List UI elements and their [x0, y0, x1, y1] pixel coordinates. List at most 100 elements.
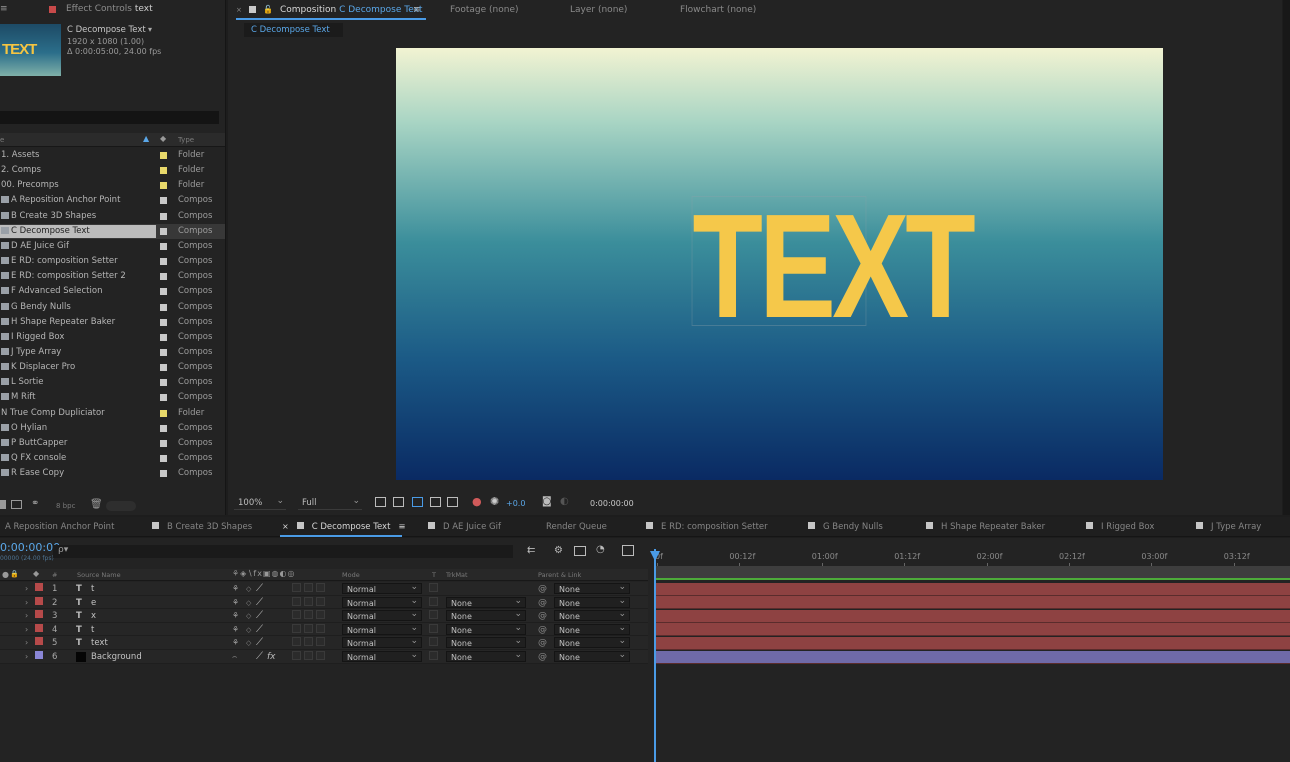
adjustment-layer-switch[interactable]	[304, 637, 313, 647]
project-item[interactable]: D AE Juice Gif Compos	[0, 239, 225, 254]
timeline-tab[interactable]: × C Decompose Text ≡	[282, 522, 406, 532]
timeline-tab[interactable]: J Type Array	[1196, 522, 1261, 532]
parent-pickwhip-icon[interactable]: @	[538, 637, 547, 649]
expand-chevron-icon[interactable]: ›	[25, 610, 28, 622]
timeline-tab[interactable]: I Rigged Box	[1086, 522, 1154, 532]
snapshot-camera-icon[interactable]: ◙	[542, 496, 552, 507]
expand-chevron-icon[interactable]: ›	[25, 637, 28, 649]
label-color-chip[interactable]	[160, 470, 167, 478]
viewer-text-layer[interactable]: TEXT	[691, 193, 976, 341]
new-composition-icon[interactable]: ⚭	[31, 498, 39, 509]
quality-switch-icon[interactable]: ⟋	[256, 651, 263, 663]
timeline-tab[interactable]: D AE Juice Gif	[428, 522, 501, 532]
layer-name[interactable]: x	[91, 610, 96, 622]
label-color-chip[interactable]	[160, 348, 167, 356]
trkmat-dropdown[interactable]: None	[446, 649, 526, 662]
label-color-chip[interactable]	[160, 242, 167, 250]
expand-chevron-icon[interactable]: ›	[25, 651, 28, 663]
layer-duration-bar[interactable]	[655, 636, 1290, 650]
parent-dropdown[interactable]: None	[554, 649, 630, 662]
3d-layer-switch[interactable]	[316, 610, 325, 620]
region-of-interest-icon[interactable]	[430, 497, 441, 507]
timeline-tab[interactable]: A Reposition Anchor Point	[5, 522, 114, 532]
trkmat-dropdown[interactable]: None	[446, 635, 526, 649]
label-color-chip[interactable]	[160, 182, 167, 190]
label-color-chip[interactable]	[160, 303, 167, 311]
lock-icon[interactable]: 🔓	[263, 5, 273, 14]
layer-name[interactable]: t	[91, 583, 94, 595]
layer-row[interactable]: › 6 Background ⌢ ⟋ fx Normal None @ None	[0, 649, 648, 664]
composition-menu-icon[interactable]: ≡	[413, 5, 421, 15]
layer-label-chip[interactable]	[35, 637, 43, 646]
layer-duration-bar[interactable]	[655, 582, 1290, 596]
label-color-chip[interactable]	[160, 455, 167, 462]
adjustment-layer-switch[interactable]	[304, 651, 313, 660]
bpc-toggle[interactable]: 8 bpc	[56, 502, 75, 510]
layer-row[interactable]: › 1 Tt ⚘ ◇ ⟋ Normal @ None	[0, 581, 648, 596]
timeline-tab[interactable]: G Bendy Nulls	[808, 522, 883, 532]
trash-icon[interactable]: 🗑	[90, 499, 103, 510]
motion-blur-switch[interactable]	[292, 651, 301, 660]
project-item[interactable]: 00. Precomps Folder	[0, 178, 225, 193]
blend-mode-dropdown[interactable]: Normal	[342, 622, 422, 635]
expand-chevron-icon[interactable]: ›	[25, 583, 28, 595]
project-item[interactable]: O Hylian Compos	[0, 421, 225, 436]
comp-name-dropdown-icon[interactable]: ▾	[148, 25, 152, 34]
mask-visibility-icon[interactable]	[412, 497, 423, 507]
thumbnail-slider[interactable]	[106, 501, 136, 511]
type-column-header[interactable]: Type	[178, 136, 194, 144]
timeline-timecode[interactable]: 0:00:00:00	[0, 541, 60, 554]
project-item[interactable]: Q FX console Compos	[0, 451, 225, 466]
shy-switch-icon[interactable]: ⚘	[232, 597, 239, 609]
blend-mode-dropdown[interactable]: Normal	[342, 581, 422, 594]
project-item[interactable]: H Shape Repeater Baker Compos	[0, 315, 225, 330]
project-item[interactable]: F Advanced Selection Compos	[0, 284, 225, 299]
project-item[interactable]: I Rigged Box Compos	[0, 330, 225, 345]
label-color-chip[interactable]	[160, 318, 167, 326]
parent-dropdown[interactable]: None	[554, 595, 630, 608]
show-snapshot-icon[interactable]: ◐	[560, 496, 569, 507]
current-time-display[interactable]: 0:00:00:00	[590, 499, 634, 508]
quality-switch-icon[interactable]: ⟋	[256, 597, 263, 609]
adjustment-layer-switch[interactable]	[304, 596, 313, 606]
3d-layer-switch[interactable]	[316, 637, 325, 647]
collapse-switch-icon[interactable]: ◇	[246, 610, 251, 622]
layer-label-chip[interactable]	[35, 583, 43, 591]
label-color-chip[interactable]	[160, 394, 167, 402]
label-color-chip[interactable]	[160, 227, 167, 235]
work-area-bar[interactable]	[654, 566, 1290, 578]
motion-blur-switch[interactable]	[292, 583, 301, 592]
parent-pickwhip-icon[interactable]: @	[538, 651, 547, 663]
layer-duration-bar[interactable]	[655, 650, 1290, 664]
project-item[interactable]: A Reposition Anchor Point Compos	[0, 193, 225, 208]
flowchart-tab[interactable]: Flowchart (none)	[680, 5, 756, 15]
preserve-transparency-switch[interactable]	[429, 651, 438, 660]
project-item[interactable]: 2. Comps Folder	[0, 163, 225, 178]
parent-pickwhip-icon[interactable]: @	[538, 624, 547, 636]
parent-dropdown[interactable]: None	[554, 635, 630, 649]
graph-editor-icon[interactable]	[622, 545, 634, 556]
label-color-chip[interactable]	[160, 288, 167, 296]
timeline-tab[interactable]: B Create 3D Shapes	[152, 522, 252, 532]
timeline-tab[interactable]: E RD: composition Setter	[646, 522, 768, 532]
playhead[interactable]	[654, 549, 656, 762]
project-item[interactable]: J Type Array Compos	[0, 345, 225, 360]
project-item[interactable]: C Decompose Text Compos	[0, 223, 225, 239]
collapse-switch-icon[interactable]: ◇	[246, 624, 251, 636]
collapse-switch-icon[interactable]: ◇	[246, 583, 251, 595]
frame-blending-icon[interactable]: ◔	[596, 544, 605, 555]
project-item[interactable]: E RD: composition Setter Compos	[0, 254, 225, 269]
expand-chevron-icon[interactable]: ›	[25, 624, 28, 636]
collapse-switch-icon[interactable]: ◇	[246, 637, 251, 649]
fast-previews-icon[interactable]	[375, 497, 386, 507]
adjustment-layer-switch[interactable]	[304, 583, 313, 592]
panel-menu-icon[interactable]: ≡	[0, 4, 8, 14]
label-color-chip[interactable]	[160, 273, 167, 281]
project-item[interactable]: M Rift Compos	[0, 390, 225, 405]
project-search-input[interactable]	[0, 111, 219, 124]
project-item[interactable]: P ButtCapper Compos	[0, 436, 225, 451]
color-management-icon[interactable]: ✺	[490, 495, 499, 508]
expand-chevron-icon[interactable]: ›	[25, 597, 28, 609]
footage-tab[interactable]: Footage (none)	[450, 5, 519, 15]
comp-mini-flowchart-icon[interactable]: ⇇	[527, 545, 535, 556]
